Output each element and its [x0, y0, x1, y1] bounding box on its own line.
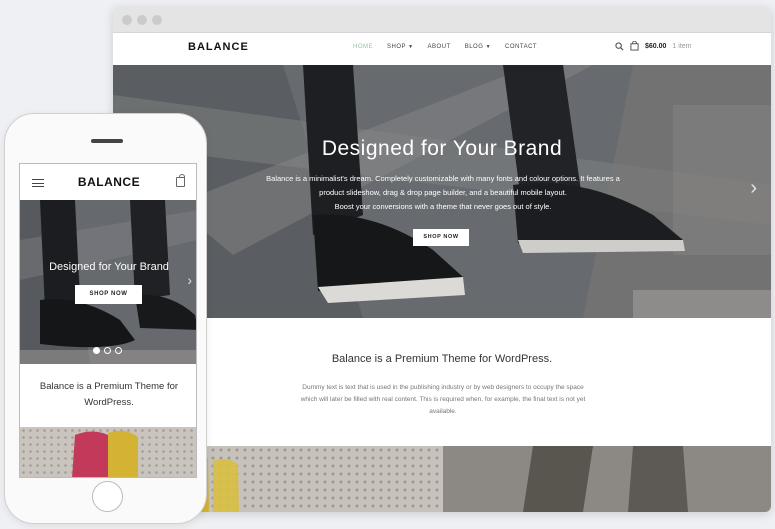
mobile-intro-section: Balance is a Premium Theme for WordPress…: [20, 364, 196, 427]
intro-text-line: Dummy text is text that is used in the p…: [302, 384, 584, 391]
window-dot-maximize[interactable]: [152, 15, 162, 25]
intro-section: Balance is a Premium Theme for WordPress…: [113, 318, 771, 446]
site-header: BALANCE HOME SHOP ▼ ABOUT BLOG ▼ CONTACT…: [113, 33, 771, 65]
mobile-header: BALANCE: [20, 164, 196, 200]
intro-text-line: available.: [429, 408, 457, 415]
nav-item-about[interactable]: ABOUT: [428, 44, 451, 50]
window-dot-close[interactable]: [122, 15, 132, 25]
main-nav: HOME SHOP ▼ ABOUT BLOG ▼ CONTACT: [353, 44, 537, 50]
hero-text-line: Boost your conversions with a theme that…: [334, 202, 552, 211]
mobile-site-logo[interactable]: BALANCE: [20, 175, 196, 189]
cart-total[interactable]: $60.00: [645, 43, 666, 50]
hero-text-line: product slideshow, drag & drop page buil…: [319, 188, 567, 197]
mobile-slider-dots: [93, 347, 122, 354]
browser-toolbar: [113, 7, 771, 33]
phone-speaker: [91, 139, 123, 143]
cart-icon[interactable]: [630, 41, 639, 51]
mobile-screen: BALANCE Designed for Your Brand SHOP NOW…: [19, 163, 197, 478]
slider-dot-2[interactable]: [104, 347, 111, 354]
intro-text-line: which will later be filled with real con…: [300, 396, 586, 403]
phone-home-button[interactable]: [92, 481, 123, 512]
nav-item-contact[interactable]: CONTACT: [505, 44, 537, 50]
desktop-browser-window: BALANCE HOME SHOP ▼ ABOUT BLOG ▼ CONTACT…: [113, 7, 771, 512]
intro-title: Balance is a Premium Theme for WordPress…: [331, 353, 553, 365]
mobile-intro-line: Balance is a Premium Theme for: [39, 381, 179, 392]
chevron-down-icon: ▼: [485, 44, 492, 50]
mobile-hero-title: Designed for Your Brand: [49, 261, 169, 273]
mobile-product-photo: [20, 427, 196, 477]
mobile-hero-image: [20, 200, 196, 364]
search-icon[interactable]: [615, 41, 624, 51]
cart-item-count: 1 item: [672, 42, 692, 50]
nav-item-home[interactable]: HOME: [353, 44, 373, 50]
nav-item-shop[interactable]: SHOP ▼: [387, 44, 414, 50]
slider-dot-1[interactable]: [93, 347, 100, 354]
mobile-shop-now-button[interactable]: SHOP NOW: [75, 285, 142, 304]
product-images: [113, 446, 771, 512]
product-image-strip: [113, 446, 771, 512]
hero-title: Designed for Your Brand: [321, 137, 563, 160]
chevron-right-icon[interactable]: ›: [187, 272, 192, 288]
window-dot-minimize[interactable]: [137, 15, 147, 25]
nav-item-blog-label: BLOG: [464, 44, 484, 50]
header-tools: $60.00 1 item: [615, 41, 691, 51]
hero-text-line: Balance is a minimalist's dream. Complet…: [266, 174, 620, 183]
nav-item-shop-label: SHOP: [387, 44, 406, 50]
mobile-hero-slider: Designed for Your Brand SHOP NOW ›: [20, 200, 196, 364]
chevron-right-icon[interactable]: ›: [750, 177, 757, 200]
mobile-intro-line: WordPress.: [84, 397, 134, 408]
site-logo[interactable]: BALANCE: [188, 41, 249, 53]
hero-slider: Designed for Your Brand Balance is a min…: [113, 65, 771, 318]
nav-item-blog[interactable]: BLOG ▼: [465, 44, 491, 50]
mobile-phone-frame: BALANCE Designed for Your Brand SHOP NOW…: [4, 113, 207, 524]
shop-now-button[interactable]: SHOP NOW: [413, 229, 469, 246]
mobile-product-image: [20, 427, 196, 477]
slider-dot-3[interactable]: [115, 347, 122, 354]
chevron-down-icon: ▼: [408, 44, 414, 50]
bag-icon[interactable]: [176, 174, 185, 187]
